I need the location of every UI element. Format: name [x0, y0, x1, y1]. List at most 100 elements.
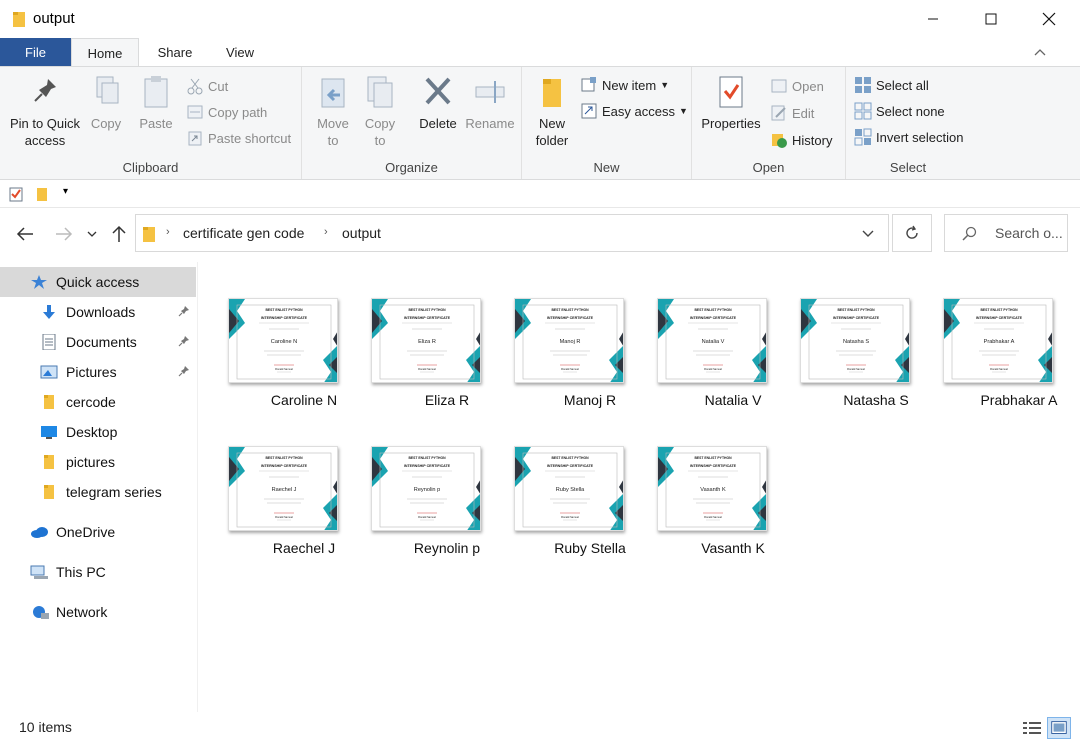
properties-qat-icon[interactable]: [8, 186, 24, 202]
file-item[interactable]: BEST ENLIST PYTHON INTERNSHIP CERTIFICATE…: [915, 262, 1058, 408]
certificate-signature: Ronald Samuel: [561, 367, 579, 371]
certificate-school: BEST ENLIST PYTHON: [265, 308, 303, 312]
certificate-thumbnail: BEST ENLIST PYTHON INTERNSHIP CERTIFICATE…: [800, 298, 910, 383]
edit-button[interactable]: Edit: [770, 102, 814, 124]
details-view-icon[interactable]: [1020, 717, 1044, 739]
certificate-school: BEST ENLIST PYTHON: [265, 456, 303, 460]
certificate-heading: INTERNSHIP CERTIFICATE: [690, 316, 737, 320]
sidebar-item-pictures[interactable]: Pictures: [0, 357, 196, 387]
title-bar: output: [0, 0, 1080, 38]
close-icon: [1042, 12, 1056, 26]
minimize-button[interactable]: [904, 0, 962, 38]
search-input[interactable]: Search o...: [944, 214, 1068, 252]
file-item[interactable]: BEST ENLIST PYTHON INTERNSHIP CERTIFICATE…: [629, 262, 772, 408]
file-item[interactable]: BEST ENLIST PYTHON INTERNSHIP CERTIFICATE…: [343, 410, 486, 556]
file-item[interactable]: BEST ENLIST PYTHON INTERNSHIP CERTIFICATE…: [200, 410, 343, 556]
certificate-recipient: Ruby Stella: [556, 487, 585, 493]
file-item[interactable]: BEST ENLIST PYTHON INTERNSHIP CERTIFICATE…: [343, 262, 486, 408]
sidebar-item-desktop[interactable]: Desktop: [0, 417, 196, 447]
customize-qat-icon[interactable]: ▾: [63, 186, 68, 197]
open-button[interactable]: Open: [770, 75, 824, 97]
new-folder-qat-icon[interactable]: [35, 186, 49, 202]
up-button[interactable]: [107, 222, 131, 246]
sidebar-item-label: Desktop: [66, 424, 118, 440]
move-to-button[interactable]: Move to: [310, 73, 356, 149]
sidebar-item-onedrive[interactable]: OneDrive: [0, 517, 196, 547]
file-name: Prabhakar A: [980, 392, 1058, 408]
sidebar-item-cercode[interactable]: cercode: [0, 387, 196, 417]
invert-selection-button[interactable]: Invert selection: [854, 126, 963, 148]
address-bar[interactable]: › certificate gen code › output: [135, 214, 889, 252]
copy-path-button[interactable]: Copy path: [186, 101, 267, 123]
select-none-button[interactable]: Select none: [854, 100, 945, 122]
recent-locations-button[interactable]: [82, 222, 102, 246]
copy-to-button[interactable]: Copy to: [358, 73, 402, 149]
collapse-ribbon-icon[interactable]: [1034, 47, 1046, 57]
quick-access-toolbar: ▾: [0, 181, 1080, 208]
up-arrow-icon: [112, 225, 126, 242]
sidebar-item-telegram-series[interactable]: telegram series: [0, 477, 196, 507]
pin-icon: [34, 79, 56, 102]
large-icons-view-icon[interactable]: [1047, 717, 1071, 739]
new-item-label: New item: [602, 77, 657, 93]
status-bar: 10 items: [0, 712, 1080, 742]
certificate-thumbnail: BEST ENLIST PYTHON INTERNSHIP CERTIFICATE…: [943, 298, 1053, 383]
forward-button[interactable]: [52, 222, 76, 246]
history-label: History: [792, 132, 833, 148]
refresh-button[interactable]: [892, 214, 932, 252]
select-none-label: Select none: [876, 103, 945, 119]
history-button[interactable]: History: [770, 129, 832, 151]
paste-button[interactable]: Paste: [134, 73, 178, 132]
new-folder-button[interactable]: New folder: [528, 73, 576, 149]
new-item-button[interactable]: New item ▼: [580, 74, 669, 96]
certificate-school: BEST ENLIST PYTHON: [837, 308, 875, 312]
file-item[interactable]: BEST ENLIST PYTHON INTERNSHIP CERTIFICATE…: [772, 262, 915, 408]
sidebar-item-network[interactable]: Network: [0, 597, 196, 627]
certificate-thumbnail: BEST ENLIST PYTHON INTERNSHIP CERTIFICATE…: [514, 446, 624, 531]
file-item[interactable]: BEST ENLIST PYTHON INTERNSHIP CERTIFICATE…: [486, 262, 629, 408]
paste-shortcut-button[interactable]: Paste shortcut: [186, 127, 291, 149]
star-icon: [30, 274, 48, 290]
easy-access-button[interactable]: Easy access ▼: [580, 100, 688, 122]
tab-home[interactable]: Home: [71, 38, 139, 67]
sidebar-item-downloads[interactable]: Downloads: [0, 297, 196, 327]
select-all-button[interactable]: Select all: [854, 74, 929, 96]
certificate-signature: Ronald Samuel: [418, 367, 436, 371]
tab-share[interactable]: Share: [150, 38, 200, 67]
new-item-icon: [581, 77, 596, 92]
certificate-thumbnail: BEST ENLIST PYTHON INTERNSHIP CERTIFICATE…: [514, 298, 624, 383]
pin-quick-access-button[interactable]: Pin to Quick access: [6, 73, 84, 149]
certificate-school: BEST ENLIST PYTHON: [408, 456, 446, 460]
copy-button[interactable]: Copy: [84, 73, 128, 132]
breadcrumb-separator-icon[interactable]: ›: [324, 226, 328, 238]
certificate-signature: Ronald Samuel: [418, 515, 436, 519]
tab-view[interactable]: View: [212, 38, 268, 67]
certificate-recipient: Eliza R: [418, 339, 436, 345]
breadcrumb-certificate-gen-code[interactable]: certificate gen code: [183, 225, 304, 241]
document-icon: [40, 333, 58, 351]
breadcrumb-separator-icon[interactable]: ›: [166, 226, 170, 238]
properties-button[interactable]: Properties: [696, 73, 766, 132]
close-button[interactable]: [1020, 0, 1078, 38]
chevron-down-icon: [87, 231, 97, 237]
maximize-button[interactable]: [962, 0, 1020, 38]
sidebar-item-this-pc[interactable]: This PC: [0, 557, 196, 587]
file-item[interactable]: BEST ENLIST PYTHON INTERNSHIP CERTIFICATE…: [629, 410, 772, 556]
rename-button[interactable]: Rename: [464, 73, 516, 132]
pin-label: Pin to Quick access: [9, 116, 81, 148]
move-to-label: Move to: [317, 116, 349, 148]
cut-button[interactable]: Cut: [186, 75, 228, 97]
sidebar-item-quick-access[interactable]: Quick access: [0, 267, 196, 297]
tab-file[interactable]: File: [0, 38, 71, 67]
sidebar-item-documents[interactable]: Documents: [0, 327, 196, 357]
sidebar-item-pictures[interactable]: pictures: [0, 447, 196, 477]
breadcrumb-output[interactable]: output: [342, 225, 381, 241]
back-button[interactable]: [13, 222, 37, 246]
certificate-thumbnail: BEST ENLIST PYTHON INTERNSHIP CERTIFICATE…: [657, 298, 767, 383]
address-dropdown-icon[interactable]: [862, 230, 874, 238]
file-item[interactable]: BEST ENLIST PYTHON INTERNSHIP CERTIFICATE…: [486, 410, 629, 556]
certificate-signature: Ronald Samuel: [561, 515, 579, 519]
copy-path-icon: [187, 105, 203, 119]
delete-button[interactable]: Delete: [414, 73, 462, 132]
file-item[interactable]: BEST ENLIST PYTHON INTERNSHIP CERTIFICATE…: [200, 262, 343, 408]
